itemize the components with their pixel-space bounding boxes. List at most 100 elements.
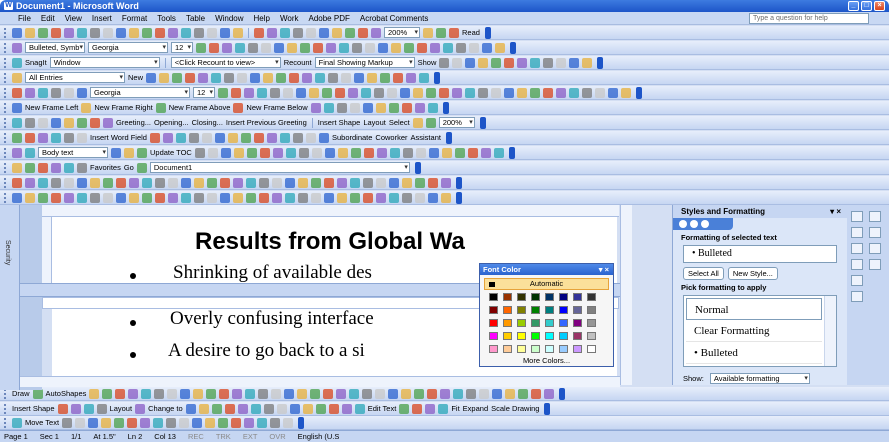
toolbar-icon[interactable] [77, 162, 87, 173]
toolbar-icon[interactable] [543, 57, 554, 68]
toolbar-icon[interactable] [51, 27, 61, 38]
toolbar-icon[interactable] [505, 388, 516, 399]
toolbar-icon[interactable] [469, 42, 479, 53]
toolbar-icon[interactable] [543, 87, 553, 98]
toolbar-icon[interactable] [25, 177, 35, 188]
toolbar-icon[interactable] [324, 177, 334, 188]
toolbar-icon[interactable] [218, 417, 229, 428]
toolbar-icon[interactable] [12, 177, 22, 188]
toolbar-icon[interactable] [428, 192, 438, 203]
toolbar-icon[interactable] [419, 72, 430, 83]
toolbar-icon[interactable] [851, 291, 863, 302]
toolbar-icon[interactable] [300, 42, 310, 53]
toolbar-icon[interactable] [137, 147, 147, 158]
back-icon[interactable] [679, 220, 687, 228]
toolbar-options-button[interactable] [636, 86, 642, 99]
toolbar-icon[interactable] [556, 87, 566, 98]
toolbar-icon[interactable] [168, 177, 178, 188]
toolbar-icon[interactable] [296, 87, 306, 98]
toolbar-options-button[interactable] [434, 71, 441, 84]
toolbar-options-button[interactable] [456, 176, 462, 189]
color-swatch[interactable] [503, 306, 512, 314]
toolbar-icon[interactable] [491, 57, 502, 68]
zoom-dropdown[interactable]: 200% [384, 27, 420, 38]
toolbar-icon[interactable] [315, 72, 326, 83]
toolbar-icon[interactable] [62, 417, 73, 428]
toolbar-icon[interactable] [336, 102, 347, 113]
toolbar-icon[interactable] [332, 27, 342, 38]
toolbar-icon[interactable] [64, 27, 74, 38]
toolbar-icon[interactable] [402, 147, 413, 158]
toolbar-icon[interactable] [324, 147, 335, 158]
toolbar-icon[interactable] [233, 27, 243, 38]
toolbar-icon[interactable] [166, 417, 177, 428]
toolbar-grip[interactable] [4, 117, 7, 128]
toolbar-icon[interactable] [441, 147, 452, 158]
toolbar-icon[interactable] [25, 147, 35, 158]
toolbar-icon[interactable] [345, 27, 355, 38]
toolbar-icon[interactable] [201, 132, 212, 143]
toolbar-icon[interactable] [250, 72, 261, 83]
toolbar-icon[interactable] [207, 27, 217, 38]
toolbar-icon[interactable] [135, 403, 146, 414]
toolbar-icon[interactable] [388, 388, 399, 399]
toolbar-icon[interactable] [32, 388, 43, 399]
toolbar-icon[interactable] [257, 417, 268, 428]
toolbar-icon[interactable] [266, 132, 277, 143]
toolbar-grip[interactable] [4, 403, 7, 414]
toolbar-grip[interactable] [4, 87, 7, 98]
toolbar-icon[interactable] [428, 177, 438, 188]
toolbar-icon[interactable] [354, 72, 365, 83]
greeting-button[interactable]: Greeting... [116, 118, 151, 127]
toolbar-options-button[interactable] [456, 191, 462, 204]
font-dropdown[interactable]: Georgia [88, 42, 168, 53]
color-swatch[interactable] [559, 306, 568, 314]
toolbar-icon[interactable] [250, 403, 261, 414]
toolbar-icon[interactable] [492, 388, 503, 399]
toolbar-icon[interactable] [38, 177, 48, 188]
toolbar-icon[interactable] [155, 102, 166, 113]
toolbar-icon[interactable] [224, 72, 235, 83]
toolbar-icon[interactable] [443, 42, 453, 53]
color-swatch[interactable] [559, 293, 568, 301]
change-to-button[interactable]: Change to [148, 404, 183, 413]
bullet-item-1[interactable]: Shrinking of available des [173, 262, 372, 284]
style-item-normal[interactable]: Normal [686, 298, 822, 320]
toolbar-icon[interactable] [218, 87, 228, 98]
more-colors-option[interactable]: More Colors... [480, 356, 613, 365]
toolbar-icon[interactable] [319, 27, 329, 38]
toolbar-icon[interactable] [348, 87, 358, 98]
toolbar-icon[interactable] [233, 147, 244, 158]
toolbar-icon[interactable] [194, 192, 204, 203]
insert-shape-button[interactable]: Insert Shape [318, 118, 361, 127]
toolbar-icon[interactable] [454, 147, 465, 158]
menu-acrobat-comments[interactable]: Acrobat Comments [360, 14, 428, 23]
toolbar-icon[interactable] [224, 403, 235, 414]
toolbar-icon[interactable] [193, 388, 204, 399]
toolbar-icon[interactable] [207, 147, 218, 158]
status-ovr[interactable]: OVR [269, 432, 285, 441]
toolbar-icon[interactable] [530, 87, 540, 98]
toolbar-icon[interactable] [293, 27, 303, 38]
toolbar-icon[interactable] [194, 147, 205, 158]
show-dropdown[interactable]: Available formatting [709, 373, 810, 384]
toolbar-icon[interactable] [465, 57, 476, 68]
word-app-icon[interactable]: W [4, 2, 13, 10]
toolbar-icon[interactable] [292, 132, 303, 143]
read-button[interactable]: Read [462, 28, 480, 37]
toolbar-icon[interactable] [376, 147, 387, 158]
toolbar-icon[interactable] [64, 87, 74, 98]
toolbar-icon[interactable] [544, 388, 555, 399]
menu-edit[interactable]: Edit [41, 14, 55, 23]
toolbar-icon[interactable] [367, 72, 378, 83]
toolbar-icon[interactable] [869, 227, 881, 238]
expand-button[interactable]: Expand [463, 404, 488, 413]
toolbar-icon[interactable] [393, 72, 404, 83]
toolbar-icon[interactable] [237, 72, 248, 83]
toolbar-icon[interactable] [220, 27, 230, 38]
assistant-button[interactable]: Assistant [411, 133, 441, 142]
toolbar-icon[interactable] [339, 42, 349, 53]
toolbar-icon[interactable] [51, 162, 61, 173]
toolbar-icon[interactable] [341, 72, 352, 83]
toolbar-icon[interactable] [77, 117, 87, 128]
